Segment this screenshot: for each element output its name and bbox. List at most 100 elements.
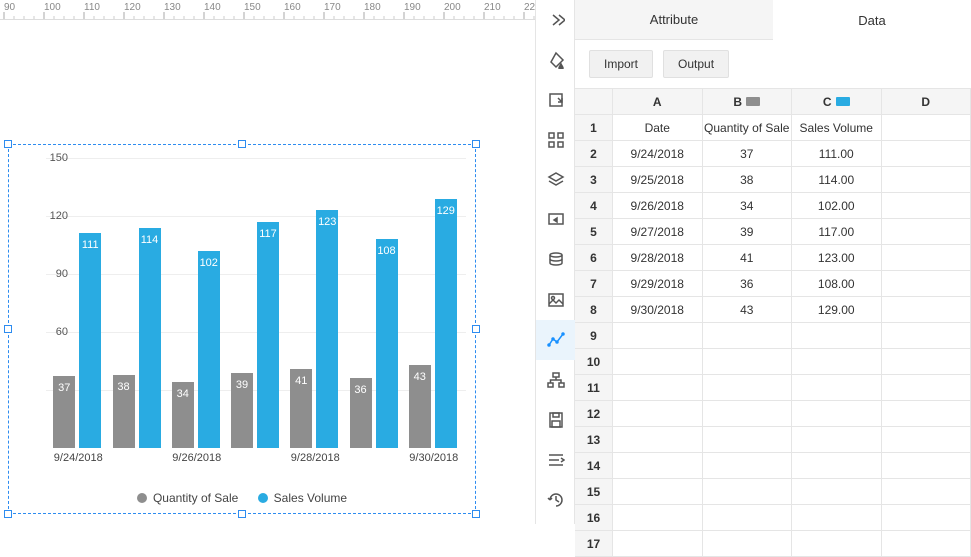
bar-sales[interactable]: 111 [79, 233, 101, 448]
grid-cell[interactable] [613, 375, 703, 400]
grid-cell[interactable]: 43 [703, 297, 793, 322]
tab-attribute[interactable]: Attribute [575, 0, 773, 40]
grid-cell[interactable] [703, 479, 793, 504]
row-header[interactable]: 14 [575, 453, 613, 478]
grid-cell[interactable] [882, 245, 971, 270]
import-button[interactable]: Import [589, 50, 653, 78]
row-header[interactable]: 1 [575, 115, 613, 140]
align-icon[interactable] [536, 440, 576, 480]
row-header[interactable]: 15 [575, 479, 613, 504]
grid-cell[interactable] [882, 375, 971, 400]
grid-cell[interactable]: 9/24/2018 [613, 141, 703, 166]
row-header[interactable]: 12 [575, 401, 613, 426]
grid-cell[interactable] [703, 349, 793, 374]
row-header[interactable]: 6 [575, 245, 613, 270]
grid-cell[interactable] [792, 401, 882, 426]
grid-cell[interactable] [703, 453, 793, 478]
present-icon[interactable] [536, 200, 576, 240]
data-grid[interactable]: ABCD1DateQuantity of SaleSales Volume29/… [575, 88, 971, 557]
bar-chart[interactable]: 3060901201503711138114341023911741123361… [18, 158, 466, 508]
bar-quantity[interactable]: 41 [290, 369, 312, 448]
bar-quantity[interactable]: 39 [231, 373, 253, 448]
tab-data[interactable]: Data [773, 0, 971, 40]
layers-icon[interactable] [536, 160, 576, 200]
bar-sales[interactable]: 117 [257, 222, 279, 448]
grid-cell[interactable] [882, 401, 971, 426]
grid-cell[interactable]: 114.00 [792, 167, 882, 192]
grid-cell[interactable] [703, 323, 793, 348]
grid-cell[interactable] [882, 193, 971, 218]
resize-handle[interactable] [238, 510, 246, 518]
grid-cell[interactable]: 129.00 [792, 297, 882, 322]
grid-cell[interactable] [882, 323, 971, 348]
grid-cell[interactable] [613, 401, 703, 426]
row-header[interactable]: 7 [575, 271, 613, 296]
grid-cell[interactable] [882, 453, 971, 478]
row-header[interactable]: 17 [575, 531, 613, 556]
grid-cell[interactable] [882, 219, 971, 244]
grid-cell[interactable] [882, 349, 971, 374]
grid-cell[interactable] [613, 427, 703, 452]
row-header[interactable]: 10 [575, 349, 613, 374]
grid-cell[interactable] [792, 531, 882, 556]
grid-cell[interactable] [792, 479, 882, 504]
bar-quantity[interactable]: 34 [172, 382, 194, 448]
grid-cell[interactable] [613, 531, 703, 556]
bar-quantity[interactable]: 38 [113, 375, 135, 448]
resize-handle[interactable] [4, 510, 12, 518]
grid-cell[interactable] [792, 349, 882, 374]
bar-sales[interactable]: 123 [316, 210, 338, 448]
grid-cell[interactable]: 37 [703, 141, 793, 166]
grid-cell[interactable]: 117.00 [792, 219, 882, 244]
hierarchy-icon[interactable] [536, 360, 576, 400]
grid-cell[interactable] [703, 375, 793, 400]
column-header[interactable]: A [613, 89, 703, 114]
column-header[interactable]: B [703, 89, 793, 114]
row-header[interactable]: 16 [575, 505, 613, 530]
bar-sales[interactable]: 114 [139, 228, 161, 448]
bar-quantity[interactable]: 36 [350, 378, 372, 448]
row-header[interactable]: 5 [575, 219, 613, 244]
grid-cell[interactable] [792, 505, 882, 530]
row-header[interactable]: 8 [575, 297, 613, 322]
grid-cell[interactable] [882, 505, 971, 530]
grid-cell[interactable] [703, 427, 793, 452]
resize-handle[interactable] [4, 325, 12, 333]
canvas[interactable]: 3060901201503711138114341023911741123361… [0, 20, 535, 524]
save-icon[interactable] [536, 400, 576, 440]
fill-icon[interactable] [536, 40, 576, 80]
grid-cell[interactable] [792, 453, 882, 478]
collapse-icon[interactable] [536, 0, 576, 40]
resize-handle[interactable] [472, 325, 480, 333]
row-header[interactable]: 4 [575, 193, 613, 218]
grid-cell[interactable] [613, 453, 703, 478]
grid-cell[interactable] [882, 297, 971, 322]
resize-handle[interactable] [4, 140, 12, 148]
bar-quantity[interactable]: 37 [53, 376, 75, 448]
grid-cell[interactable]: Sales Volume [792, 115, 882, 140]
row-header[interactable]: 2 [575, 141, 613, 166]
grid-cell[interactable] [792, 323, 882, 348]
grid-cell[interactable]: 38 [703, 167, 793, 192]
grid-cell[interactable]: 41 [703, 245, 793, 270]
grid-cell[interactable]: 108.00 [792, 271, 882, 296]
export-icon[interactable] [536, 80, 576, 120]
grid-cell[interactable] [703, 401, 793, 426]
grid-cell[interactable] [703, 531, 793, 556]
column-header[interactable]: C [792, 89, 882, 114]
grid-cell[interactable]: 39 [703, 219, 793, 244]
row-header[interactable]: 13 [575, 427, 613, 452]
database-icon[interactable] [536, 240, 576, 280]
grid-cell[interactable]: 9/26/2018 [613, 193, 703, 218]
row-header[interactable]: 3 [575, 167, 613, 192]
bar-sales[interactable]: 129 [435, 199, 457, 448]
grid-cell[interactable] [882, 115, 971, 140]
grid-cell[interactable] [792, 375, 882, 400]
grid-cell[interactable]: 123.00 [792, 245, 882, 270]
grid-cell[interactable] [703, 505, 793, 530]
grid-cell[interactable] [882, 427, 971, 452]
grid-cell[interactable]: 34 [703, 193, 793, 218]
grid-cell[interactable]: 9/27/2018 [613, 219, 703, 244]
grid-cell[interactable] [613, 323, 703, 348]
grid-cell[interactable]: 9/29/2018 [613, 271, 703, 296]
